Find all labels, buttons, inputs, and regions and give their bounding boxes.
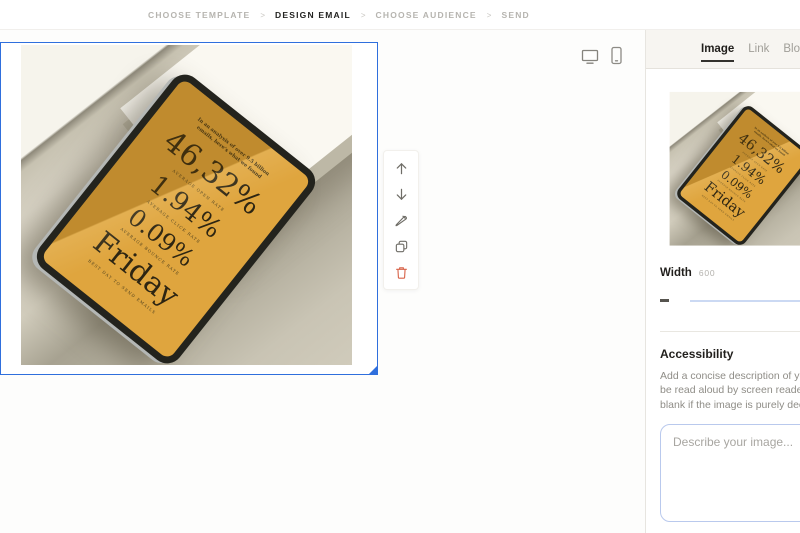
arrow-down-icon	[394, 187, 409, 202]
breadcrumb-choose-template[interactable]: CHOOSE TEMPLATE	[148, 10, 250, 20]
duplicate-button[interactable]	[389, 235, 413, 257]
block-toolbar	[383, 150, 419, 290]
sidebar-thumbnail: In an analysis of over 9.5 billion email…	[660, 91, 800, 247]
mockup-scene: In an analysis of over 9.5 billion email…	[670, 92, 800, 246]
settings-sidebar: Image Link Block In an analysis of over …	[645, 30, 800, 533]
move-down-button[interactable]	[389, 183, 413, 205]
edit-button[interactable]	[389, 209, 413, 231]
preview-toggles	[580, 46, 623, 69]
resize-handle[interactable]	[368, 365, 378, 375]
breadcrumb-separator: >	[361, 11, 366, 20]
breadcrumb-choose-audience[interactable]: CHOOSE AUDIENCE	[376, 10, 477, 20]
sidebar-tabbar: Image Link Block	[646, 30, 800, 69]
width-slider[interactable]	[660, 293, 800, 307]
duplicate-icon	[394, 239, 409, 254]
sidebar-thumbnail-host: In an analysis of over 9.5 billion email…	[660, 91, 800, 247]
breadcrumb-separator: >	[487, 11, 492, 20]
selected-image-block[interactable]: In an analysis of over 9.5 billion email…	[0, 42, 378, 375]
slider-track[interactable]	[690, 300, 800, 302]
tab-link[interactable]: Link	[748, 30, 769, 68]
slider-min-dash	[660, 299, 669, 302]
width-control: Width 600	[660, 267, 800, 279]
email-canvas: In an analysis of over 9.5 billion email…	[0, 30, 645, 533]
breadcrumb-send[interactable]: SEND	[501, 10, 529, 20]
arrow-up-icon	[394, 161, 409, 176]
tab-image[interactable]: Image	[701, 30, 734, 68]
move-up-button[interactable]	[389, 157, 413, 179]
email-image-photo: In an analysis of over 9.5 billion email…	[660, 91, 800, 247]
email-image-photo: In an analysis of over 9.5 billion email…	[1, 43, 377, 374]
top-bar: CHOOSE TEMPLATE > DESIGN EMAIL > CHOOSE …	[0, 0, 800, 30]
tab-block[interactable]: Block	[783, 30, 800, 68]
trash-icon	[394, 265, 409, 280]
image-description-input[interactable]	[660, 424, 800, 522]
section-divider	[660, 331, 800, 332]
desktop-icon	[580, 54, 600, 69]
accessibility-description: Add a concise description of your image …	[660, 369, 800, 412]
mobile-icon	[610, 54, 623, 69]
breadcrumb-separator: >	[260, 11, 265, 20]
sidebar-content: In an analysis of over 9.5 billion email…	[660, 69, 800, 522]
accessibility-heading: Accessibility	[660, 347, 800, 361]
breadcrumb-design-email[interactable]: DESIGN EMAIL	[275, 10, 351, 20]
breadcrumb: CHOOSE TEMPLATE > DESIGN EMAIL > CHOOSE …	[148, 0, 530, 30]
mobile-preview-button[interactable]	[610, 46, 623, 69]
width-label: Width	[660, 267, 692, 279]
desktop-preview-button[interactable]	[580, 47, 600, 69]
pencil-icon	[394, 213, 409, 228]
delete-button[interactable]	[389, 261, 413, 283]
width-value: 600	[699, 268, 716, 278]
mockup-scene: In an analysis of over 9.5 billion email…	[21, 45, 352, 365]
